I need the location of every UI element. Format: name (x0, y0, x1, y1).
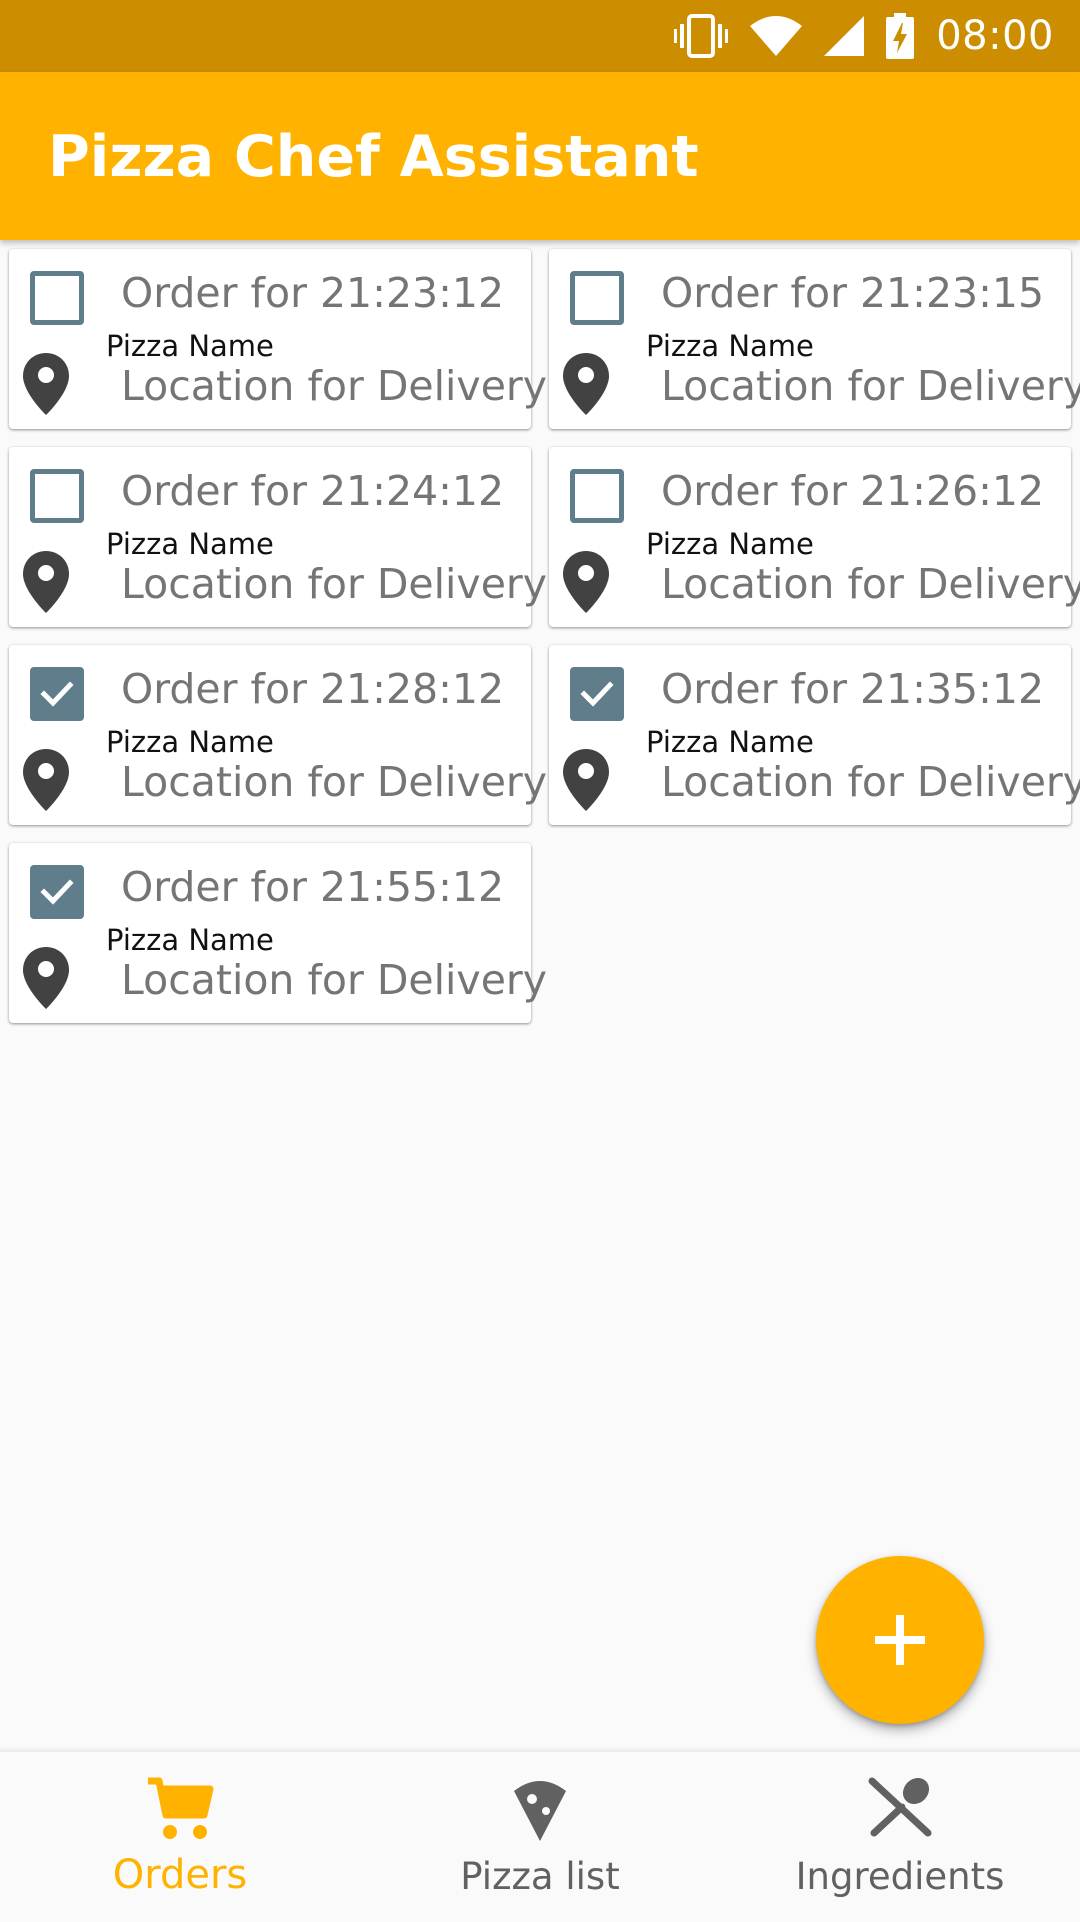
wifi-icon (750, 16, 803, 56)
location-pin-icon (23, 353, 69, 420)
order-card[interactable]: Order for 21:28:12 Pizza Name Location for… (9, 645, 547, 825)
delivery-location: Location for Delivery (121, 362, 548, 410)
order-time: Order for 21:55:12 (121, 863, 505, 911)
order-time: Order for 21:23:15 (661, 269, 1045, 317)
order-card[interactable]: Order for 21:35:12 Pizza Name Location for… (549, 645, 1080, 825)
pizza-slice-icon (514, 1781, 566, 1841)
pizza-name: Pizza Name (646, 329, 814, 363)
delivery-location: Location for Delivery (661, 758, 1080, 806)
battery-charging-icon (886, 13, 915, 59)
order-checkbox[interactable] (30, 667, 84, 721)
nav-item-ingredients[interactable]: Ingredients (720, 1752, 1080, 1922)
nav-item-orders[interactable]: Orders (0, 1752, 360, 1922)
delivery-location: Location for Delivery (661, 560, 1080, 608)
location-pin-icon (563, 749, 609, 816)
delivery-location: Location for Delivery (121, 758, 548, 806)
status-time: 08:00 (936, 13, 1054, 59)
cell-signal-icon (824, 16, 865, 56)
delivery-location: Location for Delivery (121, 560, 548, 608)
check-icon (40, 681, 74, 707)
order-checkbox[interactable] (30, 865, 84, 919)
order-time: Order for 21:28:12 (121, 665, 505, 713)
app-bar: Pizza Chef Assistant (0, 72, 1080, 240)
order-card[interactable]: Order for 21:55:12 Pizza Name Location for… (9, 843, 547, 1023)
order-time: Order for 21:26:12 (661, 467, 1045, 515)
utensils-icon (868, 1777, 932, 1837)
nav-label-pizza-list: Pizza list (460, 1855, 620, 1898)
pizza-name: Pizza Name (646, 725, 814, 759)
bottom-navigation: Orders Pizza list Ingredients (0, 1750, 1080, 1922)
pizza-name: Pizza Name (106, 329, 274, 363)
order-checkbox[interactable] (570, 469, 624, 523)
order-checkbox[interactable] (570, 271, 624, 325)
nav-label-ingredients: Ingredients (795, 1855, 1005, 1898)
pizza-name: Pizza Name (106, 923, 274, 957)
add-order-button[interactable] (816, 1556, 984, 1724)
pizza-name: Pizza Name (106, 725, 274, 759)
location-pin-icon (563, 353, 609, 420)
vibrate-icon (674, 14, 729, 58)
delivery-location: Location for Delivery (661, 362, 1080, 410)
order-time: Order for 21:23:12 (121, 269, 505, 317)
status-icons: 08:00 (674, 0, 1054, 72)
order-card[interactable]: Order for 21:23:15 Pizza Name Location for… (549, 249, 1080, 429)
location-pin-icon (563, 551, 609, 618)
delivery-location: Location for Delivery (121, 956, 548, 1004)
app-title: Pizza Chef Assistant (48, 124, 699, 190)
location-pin-icon (23, 749, 69, 816)
order-card[interactable]: Order for 21:23:12 Pizza Name Location for… (9, 249, 547, 429)
check-icon (40, 879, 74, 905)
plus-icon (875, 1615, 925, 1665)
order-card[interactable]: Order for 21:24:12 Pizza Name Location for… (9, 447, 547, 627)
check-icon (580, 681, 614, 707)
location-pin-icon (23, 947, 69, 1014)
order-checkbox[interactable] (30, 271, 84, 325)
location-pin-icon (23, 551, 69, 618)
pizza-name: Pizza Name (106, 527, 274, 561)
order-time: Order for 21:24:12 (121, 467, 505, 515)
status-bar: 08:00 (0, 0, 1080, 72)
cart-icon (148, 1777, 214, 1839)
order-checkbox[interactable] (570, 667, 624, 721)
pizza-name: Pizza Name (646, 527, 814, 561)
order-card[interactable]: Order for 21:26:12 Pizza Name Location for… (549, 447, 1080, 627)
order-time: Order for 21:35:12 (661, 665, 1045, 713)
nav-label-orders: Orders (112, 1852, 248, 1898)
order-checkbox[interactable] (30, 469, 84, 523)
nav-item-pizza-list[interactable]: Pizza list (360, 1752, 720, 1922)
